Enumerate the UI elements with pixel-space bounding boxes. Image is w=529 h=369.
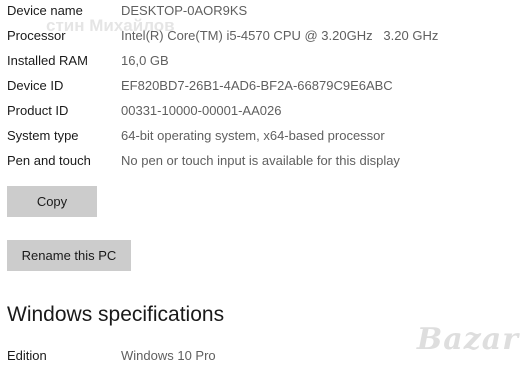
spec-value: No pen or touch input is available for t… xyxy=(121,153,400,168)
spec-label: Device ID xyxy=(7,78,64,93)
spec-label: System type xyxy=(7,128,79,143)
spec-row-installed-ram: Installed RAM 16,0 GB xyxy=(7,51,522,71)
spec-row-system-type: System type 64-bit operating system, x64… xyxy=(7,126,522,146)
spec-value: EF820BD7-26B1-4AD6-BF2A-66879C9E6ABC xyxy=(121,78,393,93)
spec-value: 64-bit operating system, x64-based proce… xyxy=(121,128,385,143)
spec-label: Edition xyxy=(7,348,47,363)
spec-label: Product ID xyxy=(7,103,69,118)
section-title-windows-specifications: Windows specifications xyxy=(7,303,225,326)
spec-value: Windows 10 Pro xyxy=(121,348,216,363)
faint-overlay-text: стин Михайлов xyxy=(46,16,175,35)
spec-label: Installed RAM xyxy=(7,53,88,68)
copy-button[interactable]: Copy xyxy=(7,186,97,217)
spec-value: 00331-10000-00001-AA026 xyxy=(121,103,282,118)
spec-row-device-id: Device ID EF820BD7-26B1-4AD6-BF2A-66879C… xyxy=(7,76,522,96)
spec-label: Pen and touch xyxy=(7,153,91,168)
spec-value: 16,0 GB xyxy=(121,53,169,68)
rename-pc-button[interactable]: Rename this PC xyxy=(7,240,131,271)
bazar-watermark: Bazar xyxy=(416,322,519,357)
spec-row-product-id: Product ID 00331-10000-00001-AA026 xyxy=(7,101,522,121)
spec-row-pen-and-touch: Pen and touch No pen or touch input is a… xyxy=(7,151,522,171)
